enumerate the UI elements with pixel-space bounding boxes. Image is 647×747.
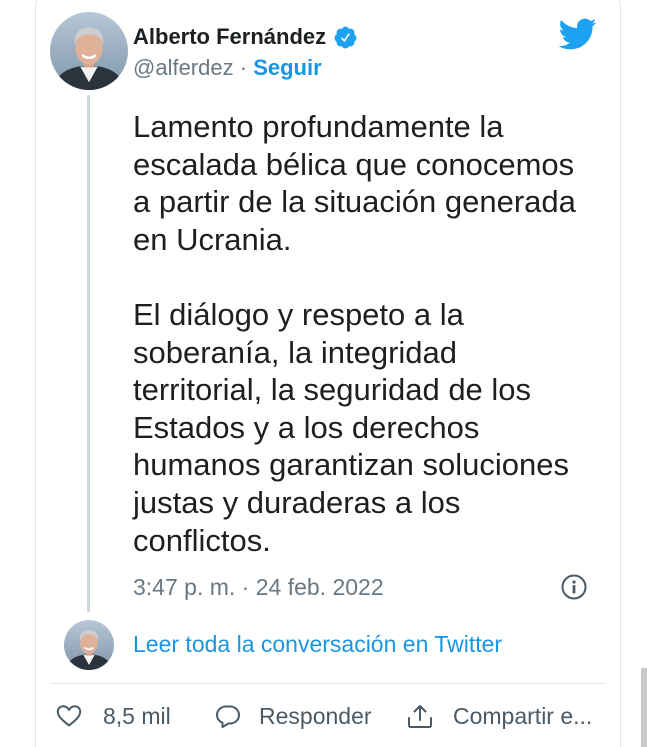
avatar-photo	[50, 12, 128, 90]
speech-bubble-icon	[216, 705, 240, 728]
tweet-line: justas y duraderas a los	[133, 484, 461, 520]
tweet-line: a partir de la situación generada	[133, 184, 576, 220]
like-button[interactable]: 8,5 mil	[56, 700, 171, 732]
like-count: 8,5 mil	[103, 703, 171, 729]
tweet-line: Estados y a los derechos	[133, 409, 480, 445]
share-icon	[408, 705, 432, 728]
tweet-paragraph: El diálogo y respeto a la soberanía, la …	[133, 296, 576, 559]
tweet-paragraph: Lamento profundamente la escalada bélica…	[133, 108, 576, 258]
reply-label: Responder	[259, 703, 372, 729]
twitter-bird-icon[interactable]	[557, 17, 597, 51]
tweet-line: conflictos.	[133, 522, 271, 558]
info-icon[interactable]	[561, 574, 587, 600]
verified-badge-shape	[334, 26, 357, 49]
reply-button[interactable]: Responder	[215, 700, 372, 732]
speech-bubble-outline	[216, 705, 240, 728]
scroll-indicator	[641, 668, 647, 747]
tweet-line: territorial, la seguridad de los	[133, 372, 532, 408]
follow-button[interactable]: Seguir	[253, 55, 321, 80]
share-button[interactable]: Compartir e...	[406, 700, 592, 732]
separator-dot: ·	[239, 55, 248, 80]
avatar-small[interactable]	[64, 620, 114, 670]
tweet-line: humanos garantizan soluciones	[133, 447, 569, 483]
divider	[50, 683, 606, 684]
share-label: Compartir e...	[453, 703, 593, 729]
tweet-line: soberanía, la integridad	[133, 334, 458, 370]
heart-icon	[56, 705, 82, 727]
info-dot	[572, 580, 576, 584]
author-handle[interactable]: @alferdez	[133, 55, 234, 80]
thread-line	[87, 95, 90, 612]
heart-outline	[56, 705, 82, 727]
tweet-timestamp[interactable]: 3:47 p. m. · 24 feb. 2022	[133, 573, 384, 601]
tweet-line: El diálogo y respeto a la	[133, 296, 464, 332]
twitter-bird-shape	[558, 18, 597, 50]
share-arrow	[413, 705, 427, 721]
tweet-line: escalada bélica que conocemos	[133, 146, 575, 182]
author-handle-row: @alferdez · Seguir	[133, 55, 322, 81]
avatar[interactable]	[50, 12, 128, 90]
handle-separator: ·	[240, 55, 253, 80]
avatar-small-photo	[64, 620, 114, 670]
tweet-line: Lamento profundamente la	[133, 109, 504, 144]
tweet-text: Lamento profundamente la escalada bélica…	[133, 108, 576, 559]
author-name[interactable]: Alberto Fernández	[133, 24, 326, 50]
verified-badge-icon	[334, 26, 357, 49]
read-conversation-link[interactable]: Leer toda la conversación en Twitter	[133, 630, 502, 658]
tweet-line: en Ucrania.	[133, 221, 292, 257]
info-stem	[572, 585, 576, 594]
